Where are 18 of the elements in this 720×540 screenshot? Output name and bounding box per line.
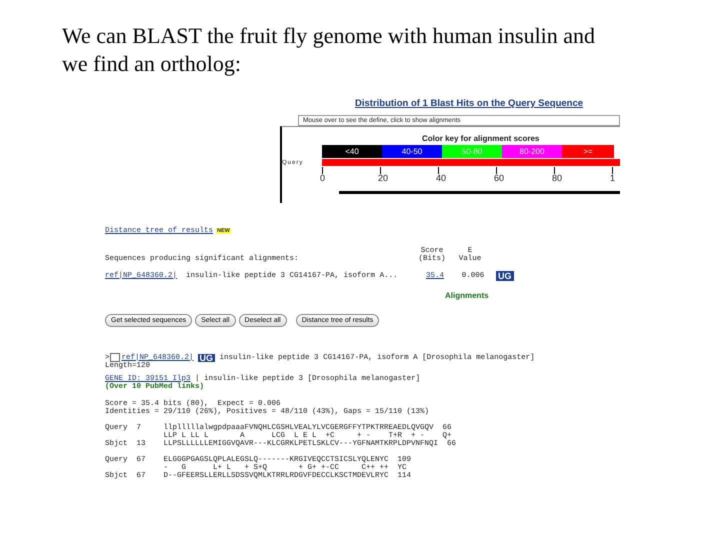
axis-label: 20 [378,174,388,183]
key-title: Color key for alignment scores [422,134,540,143]
axis-label: 0 [320,174,326,183]
score-key: 40-50 [382,145,442,158]
axis-label: 60 [494,174,504,183]
score-key: 50-80 [442,145,502,158]
score-key: >= [562,145,614,158]
checkbox[interactable] [110,353,120,362]
unigene-badge[interactable]: UG [496,271,514,281]
slide-title: We can BLAST the fruit fly genome with human insulin and we find an ortholog: [62,22,596,78]
axis-label: 80 [552,174,562,183]
axis-label: 1 [610,174,616,183]
graphic-title: Distribution of 1 Blast Hits on the Query Sequence [355,98,584,109]
alignments-label: Alignments [445,291,490,300]
score-key: <40 [322,145,382,158]
axis-label: 40 [436,174,446,183]
score-key: 80-200 [502,145,562,158]
unigene-badge[interactable]: UG [198,354,216,362]
